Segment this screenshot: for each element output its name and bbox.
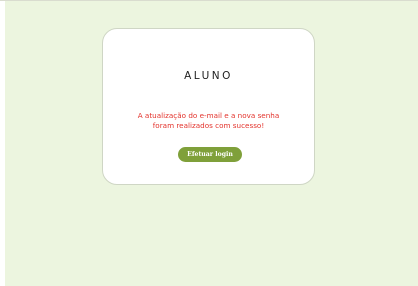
success-message: A atualização do e-mail e a nova senha f…: [111, 111, 306, 130]
success-message-line-1: A atualização do e-mail e a nova senha: [137, 111, 280, 120]
success-card: ALUNO A atualização do e-mail e a nova s…: [102, 28, 315, 185]
page-body: { "card": { "title": "ALUNO", "message_l…: [0, 0, 418, 286]
success-message-line-2: foram realizados com sucesso!: [152, 120, 265, 130]
card-title: ALUNO: [184, 70, 233, 82]
login-button[interactable]: Efetuar login: [178, 147, 242, 162]
